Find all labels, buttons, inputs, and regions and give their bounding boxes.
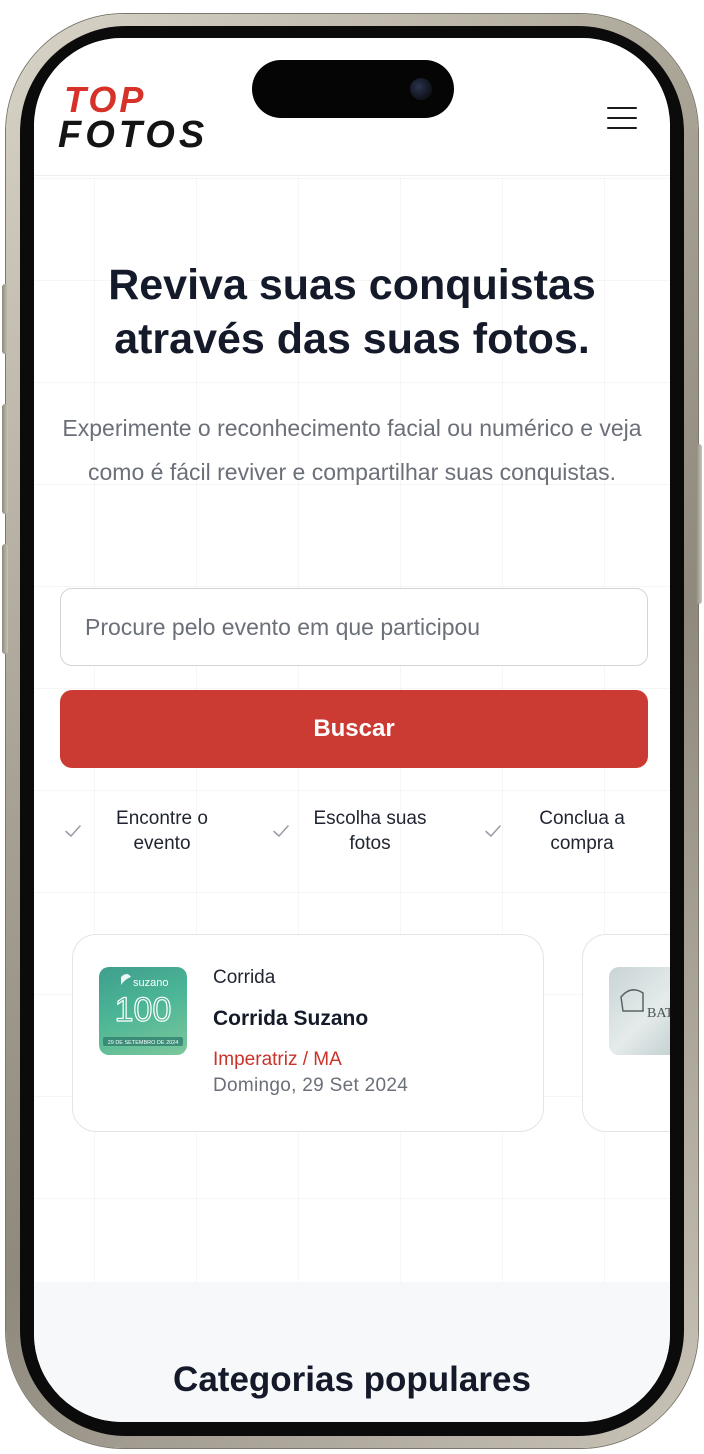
step-choose-photos: Escolha suas fotos (270, 806, 440, 866)
event-thumbnail: suzano 100 29 DE SETEMBRO DE 2024 (99, 967, 187, 1055)
svg-text:100: 100 (115, 991, 172, 1029)
step-label: Encontre o evento (116, 808, 208, 854)
volume-down-button (2, 544, 8, 654)
screen: TOP FOTOS Reviva suas conquistas através… (34, 38, 670, 1422)
svg-text:suzano: suzano (133, 977, 168, 989)
logo[interactable]: TOP FOTOS (58, 79, 238, 156)
event-title: Corrida Suzano (213, 1007, 369, 1030)
event-logo-icon: BATIS (620, 989, 670, 1021)
power-button (696, 444, 702, 604)
search-button[interactable]: Buscar (60, 690, 648, 768)
hamburger-icon[interactable] (604, 102, 640, 134)
volume-up-button (2, 404, 8, 514)
popular-categories-title: Categorias populares (173, 1360, 531, 1399)
event-thumbnail: BATIS (609, 967, 670, 1055)
step-label: Conclua a compra (539, 808, 625, 854)
suzano-logo-icon: suzano 100 29 DE SETEMBRO DE 2024 (103, 974, 183, 1046)
event-category: Corrida (213, 967, 276, 988)
action-button (2, 284, 8, 354)
event-location: Imperatriz / MA (213, 1049, 342, 1070)
check-icon (273, 825, 289, 837)
front-camera-icon (410, 78, 432, 100)
event-card[interactable]: BATIS (582, 934, 670, 1132)
step-label: Escolha suas fotos (313, 808, 427, 854)
dynamic-island (252, 60, 454, 118)
event-card[interactable]: suzano 100 29 DE SETEMBRO DE 2024 Corrid… (72, 934, 544, 1132)
check-icon (485, 825, 501, 837)
hero-subtitle: Experimente o reconhecimento facial ou n… (62, 415, 642, 485)
logo-bottom-text: FOTOS (58, 114, 209, 156)
svg-text:BATIS: BATIS (647, 1006, 670, 1021)
event-date: Domingo, 29 Set 2024 (213, 1075, 409, 1096)
logo-top-text: TOP (64, 79, 147, 120)
step-checkout: Conclua a compra (482, 806, 652, 866)
svg-text:29 DE SETEMBRO DE 2024: 29 DE SETEMBRO DE 2024 (108, 1040, 179, 1046)
hero-title: Reviva suas conquistas através das suas … (108, 261, 596, 363)
step-find-event: Encontre o evento (62, 806, 232, 866)
event-search-input[interactable] (60, 588, 648, 666)
check-icon (65, 825, 81, 837)
popular-categories-section: Categorias populares (34, 1282, 670, 1422)
